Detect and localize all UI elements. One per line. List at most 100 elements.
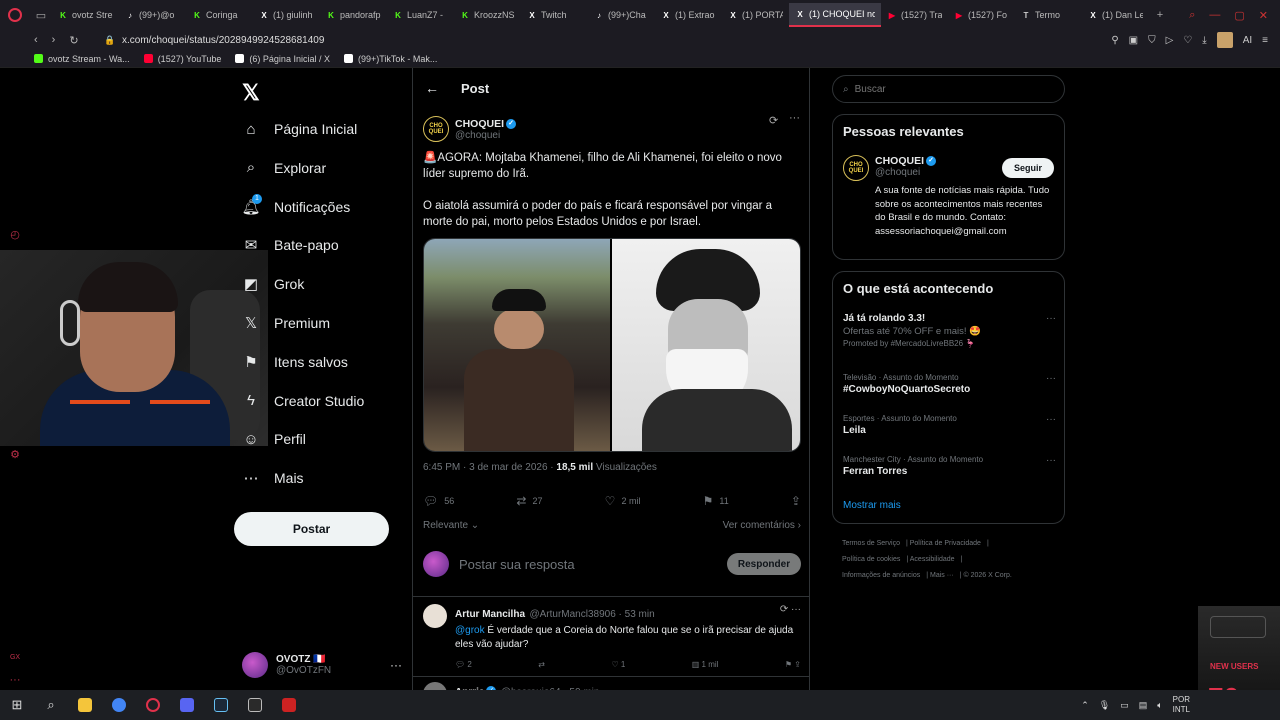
post-media[interactable] <box>423 238 801 452</box>
url-field[interactable]: x.com/choquei/status/2028949924528681409 <box>122 35 324 46</box>
photo-crowd[interactable] <box>424 239 611 451</box>
bookmark-button[interactable]: ⚑ 11 <box>703 494 729 508</box>
nav-item-pagina-inicial[interactable]: ⌂ Página Inicial <box>242 117 357 141</box>
more-dots-icon[interactable]: ··· <box>1046 373 1056 384</box>
language-indicator[interactable]: POR INTL <box>1173 695 1190 715</box>
post-author[interactable]: CHO QUEI CHOQUEI ✓ @choquei <box>423 116 517 142</box>
grok-explain-icon[interactable]: ⟳ <box>769 114 778 127</box>
search-input[interactable] <box>854 83 1035 95</box>
more-dots-icon[interactable]: ⟳ ··· <box>780 604 801 615</box>
post-time[interactable]: 6:45 PM · 3 de mar de 2026 · <box>423 462 556 473</box>
download-icon[interactable]: ⤓ <box>1202 35 1206 46</box>
back-arrow-icon[interactable]: ← <box>425 80 439 96</box>
browser-tab[interactable]: X (1) PORTA <box>722 3 789 27</box>
nav-item-grok[interactable]: ◩ Grok <box>242 272 304 296</box>
gx-icon[interactable]: GX <box>8 654 22 668</box>
opera-gx-icon[interactable] <box>136 690 170 720</box>
xbox-icon[interactable] <box>238 690 272 720</box>
footer-link[interactable]: Acessibilidade <box>910 556 955 563</box>
network-icon[interactable]: ▤ <box>1139 700 1148 711</box>
repost-button[interactable]: ⇄ <box>538 660 545 669</box>
settings-icon[interactable]: ⚙ <box>8 448 22 462</box>
browser-tab[interactable]: ▶ (1527) Tra <box>881 3 948 27</box>
new-tab-icon[interactable]: + <box>1149 0 1171 30</box>
person-row[interactable]: CHO QUEI CHOQUEI ✓ @choquei <box>843 155 937 181</box>
browser-tab[interactable]: K LuanZ7 - <box>387 3 454 27</box>
nav-item-itens-salvos[interactable]: ⚑ Itens salvos <box>242 350 348 374</box>
windows-start-icon[interactable]: ⊞ <box>0 690 34 720</box>
more-dots-icon[interactable]: ··· <box>1046 313 1056 324</box>
view-comments-link[interactable]: Ver comentários › <box>723 520 801 531</box>
minimize-icon[interactable]: — <box>1209 9 1220 22</box>
repost-button[interactable]: ⇄ 27 <box>516 494 542 508</box>
search-tabs-icon[interactable]: ⌕ <box>1189 9 1195 22</box>
avatar[interactable]: CHO QUEI <box>423 116 449 142</box>
bookmark-item[interactable]: (1527) YouTube <box>143 54 221 64</box>
more-dots-icon[interactable]: ··· <box>390 658 402 672</box>
nav-item-notificacoes[interactable]: 🔔︎ 1 Notificações <box>241 193 350 219</box>
person-name[interactable]: CHOQUEI <box>875 155 924 167</box>
comment-author[interactable]: Artur Mancilha <box>455 609 525 620</box>
heart-icon[interactable]: ♡ <box>1183 35 1192 46</box>
browser-tab[interactable]: X Twitch <box>521 3 588 27</box>
more-dots-icon[interactable]: ··· <box>1046 414 1056 425</box>
mic-icon[interactable]: 🎙︎ <box>1099 700 1110 711</box>
views-button[interactable]: ▥ 1 mil <box>692 660 719 669</box>
nav-item-perfil[interactable]: ☺ Perfil <box>242 427 306 451</box>
profile-avatar[interactable] <box>1216 32 1233 48</box>
reply-submit-button[interactable]: Responder <box>727 553 801 575</box>
bookmark-item[interactable]: ovotz Stream - Wa... <box>34 54 130 64</box>
browser-tab[interactable]: ♪ (99+)Cha <box>588 3 655 27</box>
nav-item-creator-studio[interactable]: ϟ Creator Studio <box>242 389 364 413</box>
author-handle[interactable]: @choquei <box>455 130 516 141</box>
chevron-up-icon[interactable]: ⌃ <box>1081 700 1089 711</box>
ai-label[interactable]: AI <box>1243 35 1252 46</box>
sort-dropdown[interactable]: Relevante ⌄ <box>423 520 479 531</box>
back-icon[interactable]: ‹ <box>34 34 38 47</box>
file-explorer-icon[interactable] <box>68 690 102 720</box>
nav-item-explorar[interactable]: ⌕ Explorar <box>242 156 326 180</box>
comment-item[interactable]: Artur Mancilha @ArturMancl38906 · 53 min… <box>423 604 801 669</box>
footer-link[interactable]: Política de Privacidade <box>910 540 981 547</box>
opera-logo-icon[interactable] <box>0 0 30 30</box>
obs-icon[interactable] <box>272 690 306 720</box>
avatar[interactable] <box>423 604 447 628</box>
author-name[interactable]: CHOQUEI <box>455 118 504 130</box>
browser-tab[interactable]: ♪ (99+)@o <box>119 3 186 27</box>
browser-tab[interactable]: Kpandorafp <box>320 3 387 27</box>
nav-item-premium[interactable]: 𝕏 Premium <box>242 311 330 335</box>
forward-icon[interactable]: › <box>52 34 56 47</box>
close-icon[interactable]: ✕ <box>1259 9 1268 22</box>
follow-button[interactable]: Seguir <box>1002 158 1054 178</box>
browser-tab[interactable]: X (1) CHOQUEI no X <box>789 3 881 27</box>
browser-tab[interactable]: Kovotz Stre <box>52 3 119 27</box>
like-button[interactable]: ♡ 1 <box>611 660 625 669</box>
shield-icon[interactable]: ⛉ <box>1148 35 1156 46</box>
browser-tab[interactable]: X (1) Extrao <box>655 3 722 27</box>
bookmark-item[interactable]: (99+)TikTok - Mak... <box>343 54 437 64</box>
browser-tab[interactable]: ▶ (1527) Fo <box>948 3 1015 27</box>
flow-icon[interactable]: ▷ <box>1166 35 1174 46</box>
avatar[interactable]: CHO QUEI <box>843 155 869 181</box>
account-switcher[interactable]: OVOTZ 🇫🇷 @OvOTzFN ··· <box>242 648 402 682</box>
footer-link[interactable]: Informações de anúncios <box>842 572 920 579</box>
volume-icon[interactable]: 🔈︎ <box>1157 700 1162 711</box>
steam-icon[interactable] <box>204 690 238 720</box>
trend-item[interactable]: Manchester City · Assunto do Momento Fer… <box>843 455 1056 477</box>
more-dots-icon[interactable]: ··· <box>789 112 800 124</box>
post-button[interactable]: Postar <box>234 512 389 546</box>
mention-link[interactable]: @grok <box>455 625 485 636</box>
bookmark-button[interactable]: ⚑ ⇪ <box>785 660 801 669</box>
footer-link[interactable]: Termos de Serviço <box>842 540 900 547</box>
search-icon[interactable]: ⌕ <box>34 690 68 720</box>
trend-item[interactable]: Já tá rolando 3.3! Ofertas até 70% OFF e… <box>843 313 1056 348</box>
browser-tab[interactable]: X (1) Dan Le <box>1082 3 1149 27</box>
trend-item[interactable]: Esportes · Assunto do Momento Leila ··· <box>843 414 1056 436</box>
more-dots-icon[interactable]: ··· <box>1046 455 1056 466</box>
browser-tab[interactable]: K KroozzNS <box>454 3 521 27</box>
share-button[interactable]: ⇪ <box>791 494 801 508</box>
chrome-icon[interactable] <box>102 690 136 720</box>
browser-tab[interactable]: T Termo <box>1015 3 1082 27</box>
discord-icon[interactable] <box>170 690 204 720</box>
person-handle[interactable]: @choquei <box>875 167 936 178</box>
